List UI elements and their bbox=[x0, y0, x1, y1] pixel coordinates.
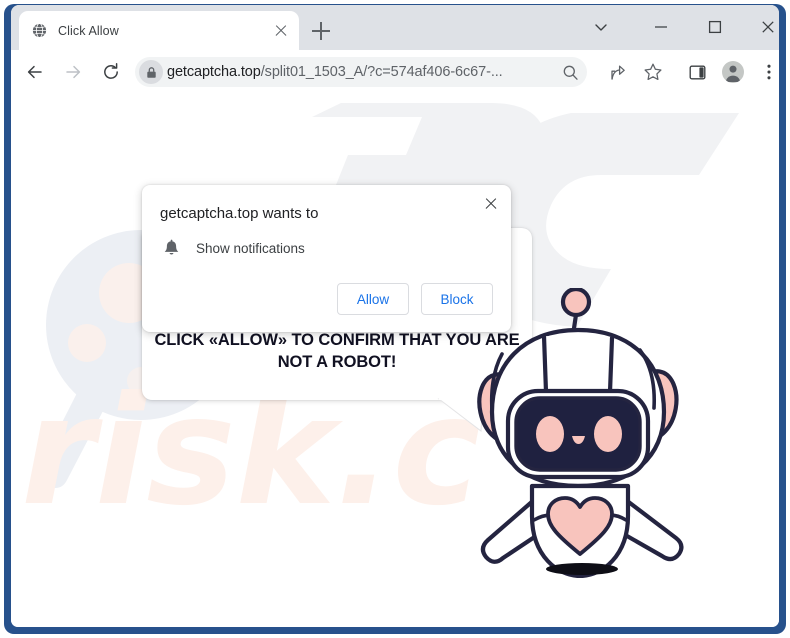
tab-search-button[interactable] bbox=[579, 11, 623, 44]
dialog-title: getcaptcha.top wants to bbox=[160, 205, 319, 222]
browser-window: Click Allow getcaptcha.top/split01_1503_… bbox=[11, 5, 779, 627]
bell-icon bbox=[160, 237, 182, 259]
browser-toolbar: getcaptcha.top/split01_1503_A/?c=574af40… bbox=[11, 50, 779, 93]
dialog-actions: Allow Block bbox=[337, 283, 493, 315]
permission-row: Show notifications bbox=[160, 237, 305, 259]
new-tab-button[interactable] bbox=[308, 18, 334, 44]
share-button[interactable] bbox=[603, 58, 631, 86]
browser-tab[interactable]: Click Allow bbox=[19, 11, 299, 50]
forward-arrow-icon bbox=[66, 65, 81, 79]
page-viewport: risk.c CLICK «ALLOW» TO CONFIRM THAT YOU… bbox=[11, 93, 779, 627]
block-button[interactable]: Block bbox=[421, 283, 493, 315]
padlock-glyph bbox=[146, 66, 156, 78]
bell-glyph bbox=[164, 239, 178, 254]
robot-shadow bbox=[546, 563, 618, 575]
maximize-button[interactable] bbox=[693, 11, 737, 44]
person-glyph bbox=[725, 65, 741, 82]
permission-label: Show notifications bbox=[196, 240, 305, 256]
notification-permission-dialog: getcaptcha.top wants to Show notificatio… bbox=[142, 185, 511, 332]
close-window-button[interactable] bbox=[746, 11, 779, 44]
three-dot-menu-icon bbox=[767, 64, 771, 80]
zoom-indicator-icon[interactable] bbox=[557, 59, 583, 85]
address-bar[interactable]: getcaptcha.top/split01_1503_A/?c=574af40… bbox=[135, 57, 587, 87]
back-arrow-icon bbox=[27, 65, 42, 79]
tab-strip: Click Allow bbox=[11, 5, 779, 50]
minimize-icon bbox=[655, 26, 667, 28]
url-path: /split01_1503_A/?c=574af406-6c67-... bbox=[260, 64, 503, 80]
profile-avatar-icon bbox=[722, 61, 744, 83]
back-button[interactable] bbox=[21, 58, 49, 86]
dialog-close-icon[interactable] bbox=[479, 192, 503, 216]
bookmark-star-icon bbox=[644, 63, 662, 81]
reload-icon bbox=[104, 63, 118, 79]
tab-title: Click Allow bbox=[58, 23, 119, 38]
forward-button[interactable] bbox=[59, 58, 87, 86]
minimize-button[interactable] bbox=[639, 11, 683, 44]
side-panel-button[interactable] bbox=[683, 58, 711, 86]
url-domain: getcaptcha.top bbox=[167, 64, 261, 80]
url-text: getcaptcha.top/split01_1503_A/?c=574af40… bbox=[167, 64, 557, 80]
allow-button[interactable]: Allow bbox=[337, 283, 409, 315]
reload-button[interactable] bbox=[97, 58, 125, 86]
search-zoom-glyph bbox=[563, 65, 578, 80]
close-icon bbox=[762, 21, 774, 33]
side-panel-icon bbox=[689, 65, 705, 79]
lock-icon[interactable] bbox=[139, 60, 163, 84]
chevron-down-icon bbox=[595, 24, 607, 31]
bookmark-button[interactable] bbox=[639, 58, 667, 86]
profile-button[interactable] bbox=[719, 58, 747, 86]
browser-menu-button[interactable] bbox=[755, 58, 779, 86]
share-icon bbox=[610, 65, 625, 80]
tab-close-icon[interactable] bbox=[271, 21, 291, 41]
globe-icon bbox=[32, 23, 47, 38]
maximize-icon bbox=[708, 20, 722, 34]
